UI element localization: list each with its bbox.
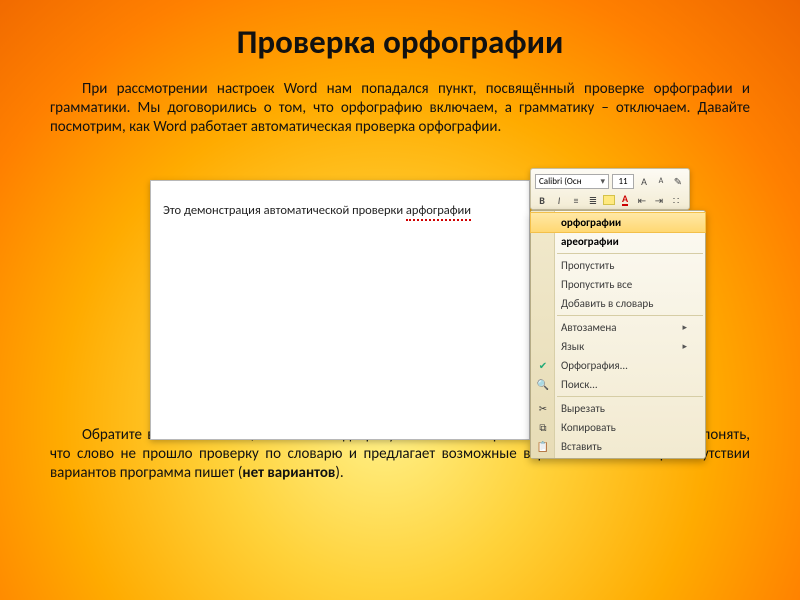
menu-spelling[interactable]: ✔Орфография... <box>531 356 705 375</box>
menu-add-to-dictionary[interactable]: Добавить в словарь <box>531 294 705 313</box>
font-name-selector[interactable]: Calibri (Осн ▾ <box>535 174 609 189</box>
mini-format-toolbar: Calibri (Осн ▾ 11 A A ✎ B I ≡ ≣ A ⇤ ⇥ ∷ <box>530 168 690 210</box>
word-document-screenshot: Это демонстрация автоматической проверки… <box>150 180 530 440</box>
menu-copy[interactable]: ⧉Копировать <box>531 418 705 437</box>
copy-icon: ⧉ <box>536 421 550 435</box>
menu-paste[interactable]: 📋Вставить <box>531 437 705 456</box>
font-size-selector[interactable]: 11 <box>612 174 634 189</box>
align-justify-button[interactable]: ≣ <box>586 193 600 207</box>
menu-cut[interactable]: ✂Вырезать <box>531 399 705 418</box>
menu-language[interactable]: Язык▸ <box>531 337 705 356</box>
submenu-arrow-icon: ▸ <box>682 341 687 352</box>
para2-bold: нет вариантов <box>242 464 335 482</box>
paste-icon: 📋 <box>536 440 550 454</box>
grow-font-button[interactable]: A <box>637 174 651 188</box>
highlight-color-button[interactable] <box>603 195 615 205</box>
para2-text-b: ). <box>335 464 343 482</box>
slide-title: Проверка орфографии <box>0 0 800 62</box>
paragraph-1: При рассмотрении настроек Word нам попад… <box>0 80 800 136</box>
font-color-button[interactable]: A <box>618 193 632 207</box>
document-text: Это демонстрация автоматической проверки… <box>163 203 471 218</box>
suggestion-item-2[interactable]: ареографии <box>531 232 705 251</box>
spellcheck-icon: ✔ <box>536 359 550 373</box>
styles-button[interactable]: ✎ <box>671 174 685 188</box>
bold-button[interactable]: B <box>535 193 549 207</box>
bullets-button[interactable]: ∷ <box>669 193 683 207</box>
spellcheck-context-menu: орфографии ареографии Пропустить Пропуст… <box>530 210 706 459</box>
misspelled-word[interactable]: арфографии <box>406 203 471 221</box>
menu-skip-all[interactable]: Пропустить все <box>531 275 705 294</box>
chevron-down-icon: ▾ <box>600 176 605 187</box>
italic-button[interactable]: I <box>552 193 566 207</box>
menu-skip[interactable]: Пропустить <box>531 256 705 275</box>
shrink-font-button[interactable]: A <box>654 174 668 188</box>
menu-autocorrect[interactable]: Автозамена▸ <box>531 318 705 337</box>
submenu-arrow-icon: ▸ <box>682 322 687 333</box>
cut-icon: ✂ <box>536 402 550 416</box>
suggestion-item-1[interactable]: орфографии <box>531 213 705 232</box>
text-prefix: Это демонстрация автоматической проверки <box>163 203 406 218</box>
indent-decrease-button[interactable]: ⇤ <box>635 193 649 207</box>
menu-search[interactable]: 🔍Поиск... <box>531 375 705 394</box>
font-name-label: Calibri (Осн <box>539 176 582 187</box>
search-icon: 🔍 <box>536 378 550 392</box>
indent-increase-button[interactable]: ⇥ <box>652 193 666 207</box>
align-center-button[interactable]: ≡ <box>569 193 583 207</box>
